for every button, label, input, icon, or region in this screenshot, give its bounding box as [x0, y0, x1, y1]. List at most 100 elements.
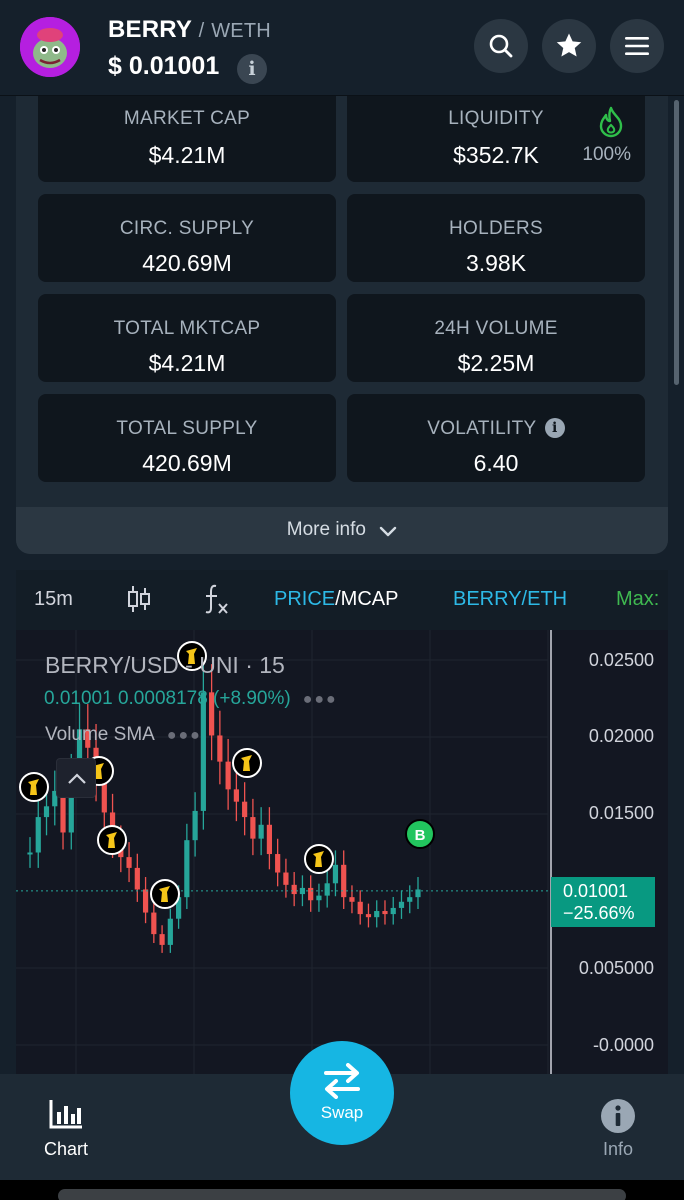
candle-body: [341, 864, 347, 898]
stat-value: 420.69M: [142, 250, 232, 276]
home-indicator[interactable]: [58, 1189, 626, 1200]
max-range-button[interactable]: Max:: [616, 588, 659, 611]
ohlc-values: 0.01001 0.0008178 (+8.90%): [44, 688, 291, 709]
swap-button[interactable]: Swap: [290, 1041, 394, 1145]
legend-collapse-button[interactable]: [56, 758, 96, 798]
stat-label: TOTAL MKTCAP: [113, 318, 261, 339]
favorite-button[interactable]: [542, 19, 596, 73]
candles-icon[interactable]: [126, 584, 152, 620]
last-price-value: 0.01001: [563, 881, 629, 901]
stat-market-cap: MARKET CAP $4.21M: [38, 82, 336, 182]
candle-body: [398, 901, 405, 908]
candle-body: [151, 912, 157, 935]
price-mcap-toggle[interactable]: PRICE/MCAP: [274, 588, 398, 611]
trade-marker-icon[interactable]: [97, 825, 127, 855]
hamburger-menu-icon: [625, 37, 649, 55]
flame-icon: [597, 106, 625, 143]
liquidity-locked-percent: 100%: [582, 144, 631, 165]
candle-body: [382, 911, 388, 915]
nav-chart-label: Chart: [44, 1139, 89, 1159]
y-tick-label: 0.005000: [578, 958, 654, 978]
stat-value: 3.98K: [465, 250, 527, 276]
chevron-up-icon: [68, 773, 86, 784]
search-button[interactable]: [474, 19, 528, 73]
buy-marker-label: B: [415, 827, 426, 844]
legend-more-icon[interactable]: ●●●: [303, 691, 338, 708]
stat-liquidity: LIQUIDITY $352.7K 100%: [347, 82, 645, 182]
candle-body: [365, 914, 372, 918]
candle-body: [142, 889, 149, 913]
candle-body: [390, 907, 396, 915]
token-stats-panel: MARKET CAP $4.21M LIQUIDITY $352.7K 100%…: [16, 82, 668, 554]
trade-marker-icon[interactable]: [232, 748, 262, 778]
token-avatar[interactable]: [20, 17, 80, 77]
stat-value: $4.21M: [148, 142, 226, 168]
top-bar: BERRY / WETH $ 0.01001 i: [0, 0, 684, 96]
more-info-button[interactable]: More info: [16, 507, 668, 554]
mcap-toggle-label: /MCAP: [335, 588, 399, 610]
candle-body: [134, 867, 140, 890]
stat-value: $4.21M: [148, 350, 226, 376]
stat-label: HOLDERS: [449, 218, 543, 239]
price-info-icon[interactable]: i: [237, 54, 267, 84]
interval-selector[interactable]: 15m: [34, 588, 73, 611]
candle-body: [357, 901, 363, 915]
y-tick-label: -0.0000: [592, 1035, 654, 1055]
candle-body: [126, 857, 132, 868]
y-tick-label: 0.01500: [588, 803, 654, 823]
token-logo-icon: [20, 17, 80, 77]
swap-arrows-icon: [324, 1063, 360, 1099]
chevron-down-icon: [380, 526, 397, 537]
candle-body: [332, 864, 339, 884]
candle-body: [192, 810, 198, 841]
token-price: $ 0.01001: [108, 52, 220, 80]
candle-body: [275, 854, 281, 873]
swap-label: Swap: [320, 1103, 364, 1122]
candle-body: [217, 735, 223, 762]
candle-body: [167, 918, 173, 945]
stat-value: $2.25M: [457, 350, 535, 376]
buy-marker-icon[interactable]: B: [405, 819, 435, 849]
candle-body: [283, 872, 289, 885]
volatility-info-icon[interactable]: i: [544, 418, 565, 438]
indicators-icon[interactable]: [202, 582, 232, 622]
candle-body: [324, 883, 330, 896]
candle-body: [159, 934, 165, 945]
candle-body: [316, 895, 322, 901]
search-icon: [489, 34, 513, 58]
volume-more-icon[interactable]: ●●●: [167, 727, 202, 744]
star-icon: [556, 33, 582, 57]
stat-label: TOTAL SUPPLY: [116, 418, 258, 439]
info-icon: [601, 1099, 635, 1133]
stat-volatility: VOLATILITY i 6.40: [347, 394, 645, 482]
stat-value: 420.69M: [142, 450, 232, 476]
stat-label: VOLATILITY i: [347, 418, 645, 440]
candle-body: [266, 824, 273, 855]
nav-info-label: Info: [602, 1139, 634, 1159]
stat-label: CIRC. SUPPLY: [119, 218, 255, 239]
stat-total-supply: TOTAL SUPPLY 420.69M: [38, 394, 336, 482]
y-tick-label: 0.02000: [588, 726, 654, 746]
chart-legend-title: BERRY/USD - UNI · 15: [45, 652, 285, 678]
volatility-label: VOLATILITY: [427, 418, 537, 439]
pair-toggle[interactable]: BERRY/ETH: [453, 588, 567, 611]
candle-body: [258, 824, 264, 839]
stat-24h-volume: 24H VOLUME $2.25M: [347, 294, 645, 382]
chart-legend-values: 0.01001 0.0008178 (+8.90%) ●●●: [44, 688, 338, 710]
y-tick-label: 0.02500: [588, 650, 654, 670]
stat-holders: HOLDERS 3.98K: [347, 194, 645, 282]
quote-symbol: WETH: [211, 20, 271, 42]
price-chart[interactable]: B BERRY/USD - UNI · 15 0.01001 0.0008178…: [16, 630, 668, 1074]
price-toggle-label: PRICE: [274, 588, 336, 610]
trade-marker-icon[interactable]: [304, 844, 334, 874]
nav-info[interactable]: Info: [600, 1098, 636, 1160]
nav-chart[interactable]: Chart: [44, 1098, 88, 1160]
trade-marker-icon[interactable]: [19, 772, 49, 802]
menu-button[interactable]: [610, 19, 664, 73]
candle-body: [27, 852, 33, 855]
chart-toolbar: 15m PRICE/MCAP BERRY/ETH Max:: [16, 570, 668, 630]
page-scrollbar[interactable]: [674, 100, 679, 385]
candle-body: [349, 897, 355, 902]
trade-marker-icon[interactable]: [150, 879, 180, 909]
stat-circ-supply: CIRC. SUPPLY 420.69M: [38, 194, 336, 282]
